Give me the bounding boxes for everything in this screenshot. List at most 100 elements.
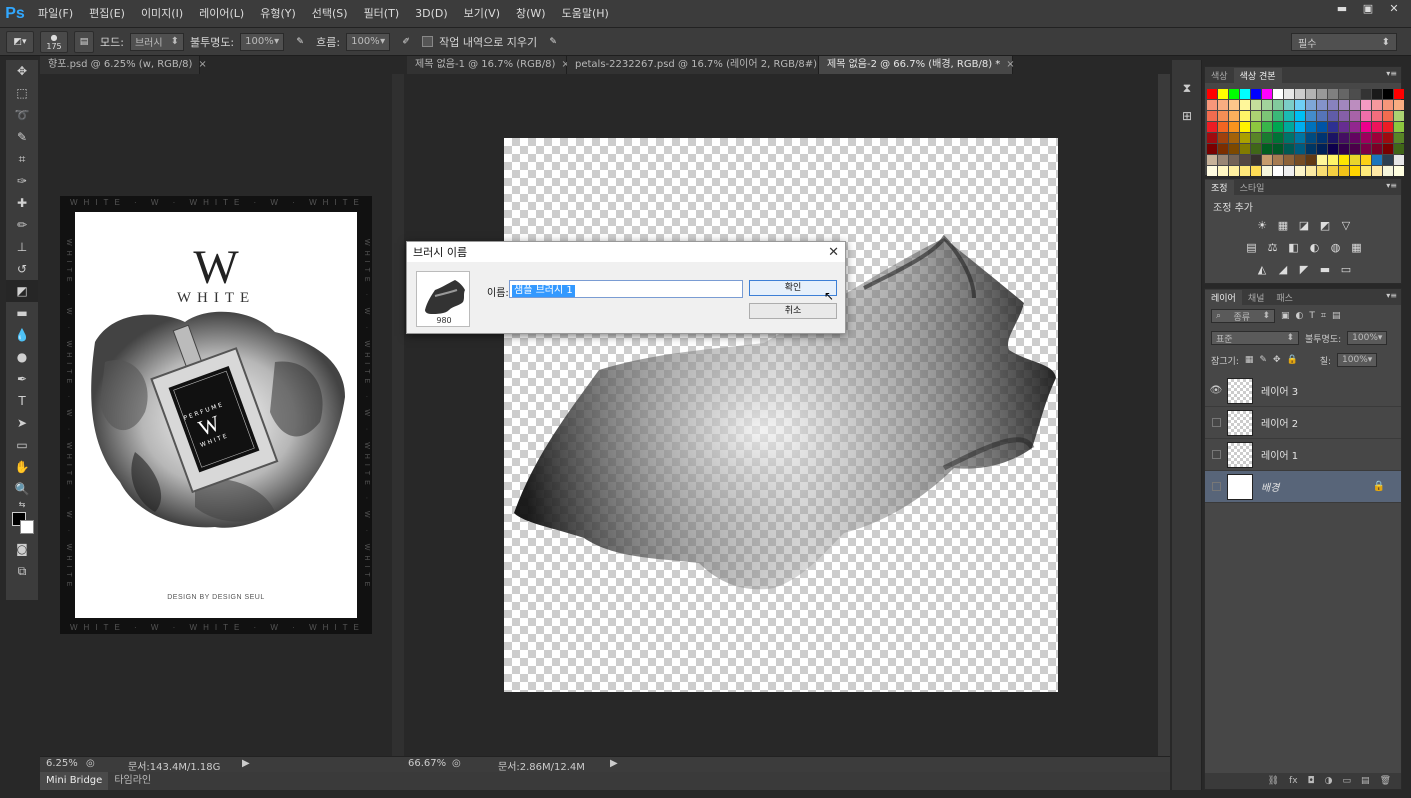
- swatch[interactable]: [1339, 166, 1349, 176]
- erase-history-checkbox[interactable]: [422, 36, 434, 47]
- swatch[interactable]: [1339, 155, 1349, 165]
- swatch[interactable]: [1372, 144, 1382, 154]
- lock-pixels-icon[interactable]: ✎: [1259, 355, 1267, 365]
- close-icon[interactable]: ×: [198, 59, 206, 70]
- swap-colors-icon[interactable]: ⇆: [6, 500, 38, 509]
- swatch[interactable]: [1207, 133, 1217, 143]
- layers-footer-icon[interactable]: ▤: [1361, 776, 1370, 786]
- swatch[interactable]: [1394, 100, 1404, 110]
- layer-name[interactable]: 배경: [1261, 479, 1279, 494]
- lasso-tool-icon[interactable]: ➰: [6, 104, 38, 126]
- swatch[interactable]: [1383, 155, 1393, 165]
- swatch[interactable]: [1328, 89, 1338, 99]
- rectangle-tool-icon[interactable]: ▭: [6, 434, 38, 456]
- swatch[interactable]: [1207, 100, 1217, 110]
- pressure-opacity-icon[interactable]: ✎: [290, 31, 310, 53]
- swatch[interactable]: [1229, 155, 1239, 165]
- swatch[interactable]: [1262, 166, 1272, 176]
- swatch[interactable]: [1284, 166, 1294, 176]
- history-panel-icon[interactable]: ⧗: [1172, 74, 1202, 102]
- visibility-toggle[interactable]: [1212, 418, 1221, 427]
- swatch[interactable]: [1372, 100, 1382, 110]
- menu-item-4[interactable]: 유형(Y): [252, 0, 304, 28]
- airbrush-icon[interactable]: ✐: [396, 31, 416, 53]
- swatch[interactable]: [1262, 133, 1272, 143]
- fill-input[interactable]: 100% ▾: [1337, 353, 1378, 367]
- layers-footer-icon[interactable]: 🗑: [1380, 776, 1391, 786]
- tab-mini-bridge[interactable]: Mini Bridge: [40, 772, 109, 790]
- swatch[interactable]: [1273, 133, 1283, 143]
- adjustment-icon[interactable]: ▭: [1338, 261, 1355, 278]
- swatch[interactable]: [1262, 111, 1272, 121]
- layer-row-1[interactable]: 레이어 1: [1205, 439, 1401, 471]
- layers-footer-icon[interactable]: ◑: [1325, 776, 1333, 786]
- left-zoom-level[interactable]: 6.25%: [46, 758, 78, 769]
- swatch[interactable]: [1328, 166, 1338, 176]
- swatch[interactable]: [1262, 100, 1272, 110]
- swatch[interactable]: [1339, 144, 1349, 154]
- right-zoom-level[interactable]: 66.67%: [408, 758, 446, 769]
- swatch[interactable]: [1284, 89, 1294, 99]
- tab-paths[interactable]: 패스: [1270, 290, 1299, 305]
- swatch[interactable]: [1295, 122, 1305, 132]
- swatch[interactable]: [1240, 155, 1250, 165]
- swatch[interactable]: [1328, 144, 1338, 154]
- swatch[interactable]: [1383, 133, 1393, 143]
- filter-smart-icon[interactable]: ▤: [1332, 311, 1341, 321]
- swatch[interactable]: [1229, 111, 1239, 121]
- swatch[interactable]: [1207, 144, 1217, 154]
- menu-item-5[interactable]: 선택(S): [304, 0, 356, 28]
- swatch[interactable]: [1317, 89, 1327, 99]
- swatch[interactable]: [1295, 100, 1305, 110]
- crop-tool-icon[interactable]: ⌗: [6, 148, 38, 170]
- swatch[interactable]: [1350, 122, 1360, 132]
- swatch[interactable]: [1207, 89, 1217, 99]
- swatch[interactable]: [1262, 89, 1272, 99]
- swatch[interactable]: [1383, 144, 1393, 154]
- swatch[interactable]: [1394, 133, 1404, 143]
- swatch[interactable]: [1229, 100, 1239, 110]
- pressure-size-icon[interactable]: ✎: [543, 31, 563, 53]
- swatch[interactable]: [1361, 111, 1371, 121]
- quick-mask-icon[interactable]: ◙: [6, 538, 38, 560]
- swatch[interactable]: [1295, 133, 1305, 143]
- adjustment-icon[interactable]: ◭: [1254, 261, 1271, 278]
- swatch[interactable]: [1306, 111, 1316, 121]
- swatch[interactable]: [1218, 122, 1228, 132]
- swatch[interactable]: [1350, 155, 1360, 165]
- swatch[interactable]: [1328, 122, 1338, 132]
- swatch[interactable]: [1306, 89, 1316, 99]
- clone-stamp-tool-icon[interactable]: ⊥: [6, 236, 38, 258]
- layer-filter-select[interactable]: ⌕ 종류 ⬍: [1211, 309, 1275, 323]
- layer-name[interactable]: 레이어 3: [1261, 383, 1298, 398]
- active-canvas[interactable]: [504, 138, 1058, 692]
- swatch[interactable]: [1394, 166, 1404, 176]
- swatch[interactable]: [1284, 111, 1294, 121]
- swatch[interactable]: [1240, 111, 1250, 121]
- swatch[interactable]: [1251, 89, 1261, 99]
- menu-item-6[interactable]: 필터(T): [356, 0, 408, 28]
- type-tool-icon[interactable]: T: [6, 390, 38, 412]
- swatch[interactable]: [1284, 133, 1294, 143]
- history-brush-tool-icon[interactable]: ↺: [6, 258, 38, 280]
- swatch[interactable]: [1339, 111, 1349, 121]
- swatch[interactable]: [1383, 122, 1393, 132]
- dialog-titlebar[interactable]: 브러시 이름 ✕: [407, 242, 845, 262]
- swatch[interactable]: [1240, 144, 1250, 154]
- panel-menu-icon[interactable]: ▾≡: [1386, 181, 1397, 190]
- path-select-tool-icon[interactable]: ➤: [6, 412, 38, 434]
- swatch[interactable]: [1383, 166, 1393, 176]
- swatch[interactable]: [1350, 144, 1360, 154]
- swatch[interactable]: [1339, 133, 1349, 143]
- swatch[interactable]: [1328, 100, 1338, 110]
- adjustment-icon[interactable]: ◪: [1296, 217, 1313, 234]
- swatch[interactable]: [1350, 89, 1360, 99]
- lock-position-icon[interactable]: ✥: [1273, 355, 1281, 365]
- eraser-tool-icon[interactable]: ◩: [6, 280, 38, 302]
- swatch[interactable]: [1218, 111, 1228, 121]
- minimize-button[interactable]: ▬: [1331, 2, 1353, 16]
- swatch[interactable]: [1295, 144, 1305, 154]
- blur-tool-icon[interactable]: 💧: [6, 324, 38, 346]
- swatch[interactable]: [1372, 155, 1382, 165]
- layers-footer-icon[interactable]: ⛓: [1268, 776, 1279, 786]
